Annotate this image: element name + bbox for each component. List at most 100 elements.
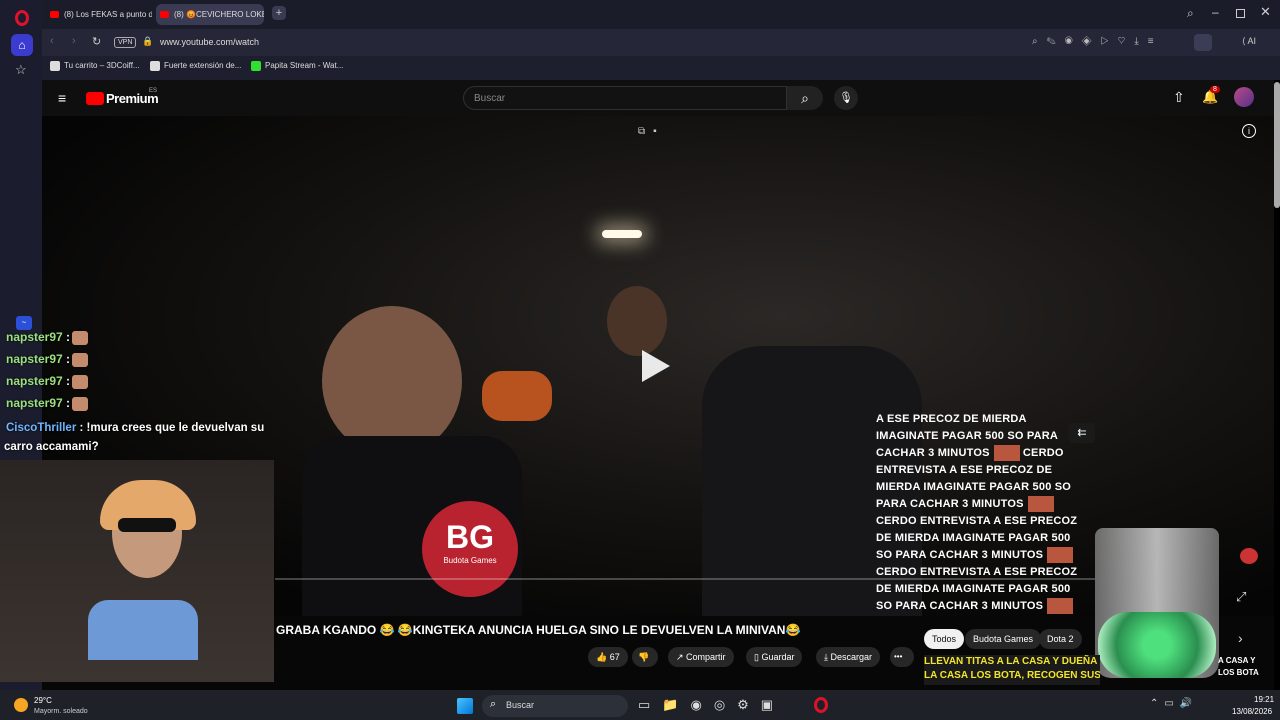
bookmark-item[interactable]: Fuerte extensión de...: [150, 61, 241, 71]
messenger-icon[interactable]: ~: [16, 316, 32, 330]
opera-taskbar-icon[interactable]: [814, 697, 828, 713]
share-button[interactable]: ↗ Compartir: [668, 647, 734, 667]
back-icon[interactable]: ‹: [50, 35, 54, 47]
like-button[interactable]: 👍 67: [588, 647, 628, 667]
vpn-badge[interactable]: VPN: [114, 37, 137, 48]
avatar[interactable]: [1234, 87, 1254, 107]
watermark-small: Budota Games: [443, 556, 497, 565]
save-button[interactable]: ▯ Guardar: [746, 647, 803, 667]
bookmark-favicon: [150, 61, 160, 71]
minimize-button[interactable]: –: [1212, 5, 1219, 19]
new-tab-button[interactable]: +: [272, 6, 286, 20]
person-left: [322, 306, 462, 456]
chat-username: napster97: [6, 374, 63, 388]
tts-text: CACHAR 3 MINUTOS: [876, 447, 990, 459]
bookmark-favicon: [50, 61, 60, 71]
person-middle: [607, 286, 667, 356]
page-scrollbar[interactable]: [1274, 82, 1280, 208]
youtube-logo[interactable]: [86, 92, 104, 105]
opera-logo-icon[interactable]: [15, 10, 29, 26]
top-control-icons[interactable]: ⧉▪: [638, 126, 665, 137]
dislike-button[interactable]: 👎: [632, 647, 658, 667]
chip-dota-2[interactable]: Dota 2: [1039, 629, 1082, 649]
search-tabs-icon[interactable]: ⌕: [1187, 6, 1194, 21]
stream-badge-icon: [1240, 548, 1258, 564]
chat-emote: [72, 330, 89, 345]
mic-icon[interactable]: 🎙: [834, 86, 858, 110]
info-icon[interactable]: i: [1242, 124, 1256, 138]
tts-line: ENTREVISTA A ESE PRECOZ DE: [876, 464, 1053, 476]
address-bar: ‹ › ↻ VPN 🔒 www.youtube.com/watch ⌕✎◉◈▷♡…: [42, 29, 1280, 56]
extension-icons[interactable]: ⌕✎◉◈▷♡⤓≡: [1032, 36, 1163, 47]
lock-icon: 🔒: [142, 36, 154, 46]
bookmark-item[interactable]: Tu carrito – 3DCoiff...: [50, 61, 140, 71]
tab-bar: (8) Los FEKAS a punto de (8) 😡CEVICHERO …: [42, 0, 1280, 29]
collapse-panel-icon[interactable]: ⇇: [1069, 423, 1095, 443]
windows-taskbar: 29°C Mayorm. soleado ⌕ Buscar ▭📁◉◎⚙▣ ⌃▭🔊…: [0, 690, 1280, 720]
taskbar-app-icons[interactable]: ▭📁◉◎⚙▣: [638, 697, 785, 713]
chip-todos[interactable]: Todos: [924, 629, 965, 649]
ticker-line: LA CASA LOS BOTA, RECOGEN SUS C: [924, 670, 1100, 681]
forward-icon[interactable]: ›: [72, 35, 76, 47]
close-button[interactable]: ✕: [1260, 4, 1271, 20]
youtube-icon: [50, 11, 59, 18]
download-button[interactable]: ⤓ Descargar: [816, 647, 880, 667]
taskbar-search[interactable]: ⌕ Buscar: [482, 695, 628, 717]
bookmark-label: Papita Stream - Wat...: [265, 61, 344, 71]
tab-label: (8) 😡CEVICHERO LOKEA: [174, 10, 264, 19]
chat-message-continued: carro accamami?: [4, 441, 99, 453]
tts-overlay: A ESE PRECOZ DE MIERDA IMAGINATE PAGAR 5…: [876, 411, 1091, 615]
profile-icon[interactable]: [1194, 34, 1212, 51]
chat-username: napster97: [6, 352, 63, 366]
play-icon[interactable]: [642, 350, 670, 382]
tts-emote: [1027, 496, 1054, 513]
chat-emote: [72, 396, 89, 411]
home-icon[interactable]: ⌂: [11, 34, 33, 56]
tts-text: SO PARA CACHAR 3 MINUTOS: [876, 600, 1044, 612]
chip-budota-games[interactable]: Budota Games: [965, 629, 1042, 649]
notification-badge: 8: [1210, 86, 1220, 93]
clock-time: 19:21: [1254, 695, 1275, 704]
sunglasses: [118, 518, 176, 532]
more-actions-button[interactable]: •••: [890, 647, 914, 667]
menu-icon[interactable]: ≡: [58, 90, 66, 106]
bookmark-label: Tu carrito – 3DCoiff...: [64, 61, 140, 71]
expand-icon[interactable]: ⤢: [1236, 589, 1246, 605]
search-icon: ⌕: [490, 698, 497, 710]
tts-line: A ESE PRECOZ DE MIERDA: [876, 413, 1027, 425]
search-button[interactable]: ⌕: [787, 86, 823, 110]
youtube-header: ≡ Premium ES Buscar ⌕ 🎙 ⇧ 🔔 8: [42, 80, 1274, 116]
tab-active[interactable]: (8) 😡CEVICHERO LOKEA: [156, 4, 264, 25]
upload-icon[interactable]: ⇧: [1173, 89, 1185, 106]
ticker-line: LLEVAN TITAS A LA CASA Y DUEÑA: [924, 656, 1098, 667]
star-icon[interactable]: ☆: [15, 62, 27, 78]
chat-message: :: [66, 396, 71, 410]
windows-start-icon[interactable]: [457, 698, 473, 714]
save-label: Guardar: [761, 652, 795, 662]
video-light: [602, 230, 642, 238]
tab-inactive[interactable]: (8) Los FEKAS a punto de: [46, 4, 152, 25]
tts-line: SO PARA CACHAR 3 MINUTOS: [876, 547, 1091, 564]
reload-icon[interactable]: ↻: [92, 35, 101, 48]
tray-icons[interactable]: ⌃▭🔊: [1150, 698, 1198, 709]
tts-line: CERDO ENTREVISTA A ESE PRECOZ: [876, 515, 1078, 527]
like-count: 67: [609, 652, 620, 662]
url-field[interactable]: www.youtube.com/watch: [160, 37, 259, 47]
chat-username: napster97: [6, 396, 63, 410]
ticker-right-line: A CASA Y: [1218, 656, 1256, 665]
tts-line: MIERDA IMAGINATE PAGAR 500 SO: [876, 481, 1072, 493]
news-ticker: LLEVAN TITAS A LA CASA Y DUEÑA LA CASA L…: [924, 655, 1100, 685]
bookmark-item[interactable]: Papita Stream - Wat...: [251, 61, 343, 71]
chips-next-icon[interactable]: ›: [1238, 630, 1243, 646]
tts-line: IMAGINATE PAGAR 500 SO PARA: [876, 430, 1059, 442]
tts-emote: [1047, 598, 1074, 615]
search-input[interactable]: Buscar: [463, 86, 787, 110]
download-label: Descargar: [830, 652, 872, 662]
weather-icon[interactable]: [14, 698, 28, 712]
ai-button[interactable]: ⟨ AI: [1242, 36, 1256, 47]
chat-message: :: [66, 352, 71, 366]
tts-text: SO PARA CACHAR 3 MINUTOS: [876, 549, 1044, 561]
tts-line: PARA CACHAR 3 MINUTOS: [876, 496, 1091, 513]
maximize-button[interactable]: [1236, 9, 1245, 18]
youtube-icon: [160, 11, 169, 18]
